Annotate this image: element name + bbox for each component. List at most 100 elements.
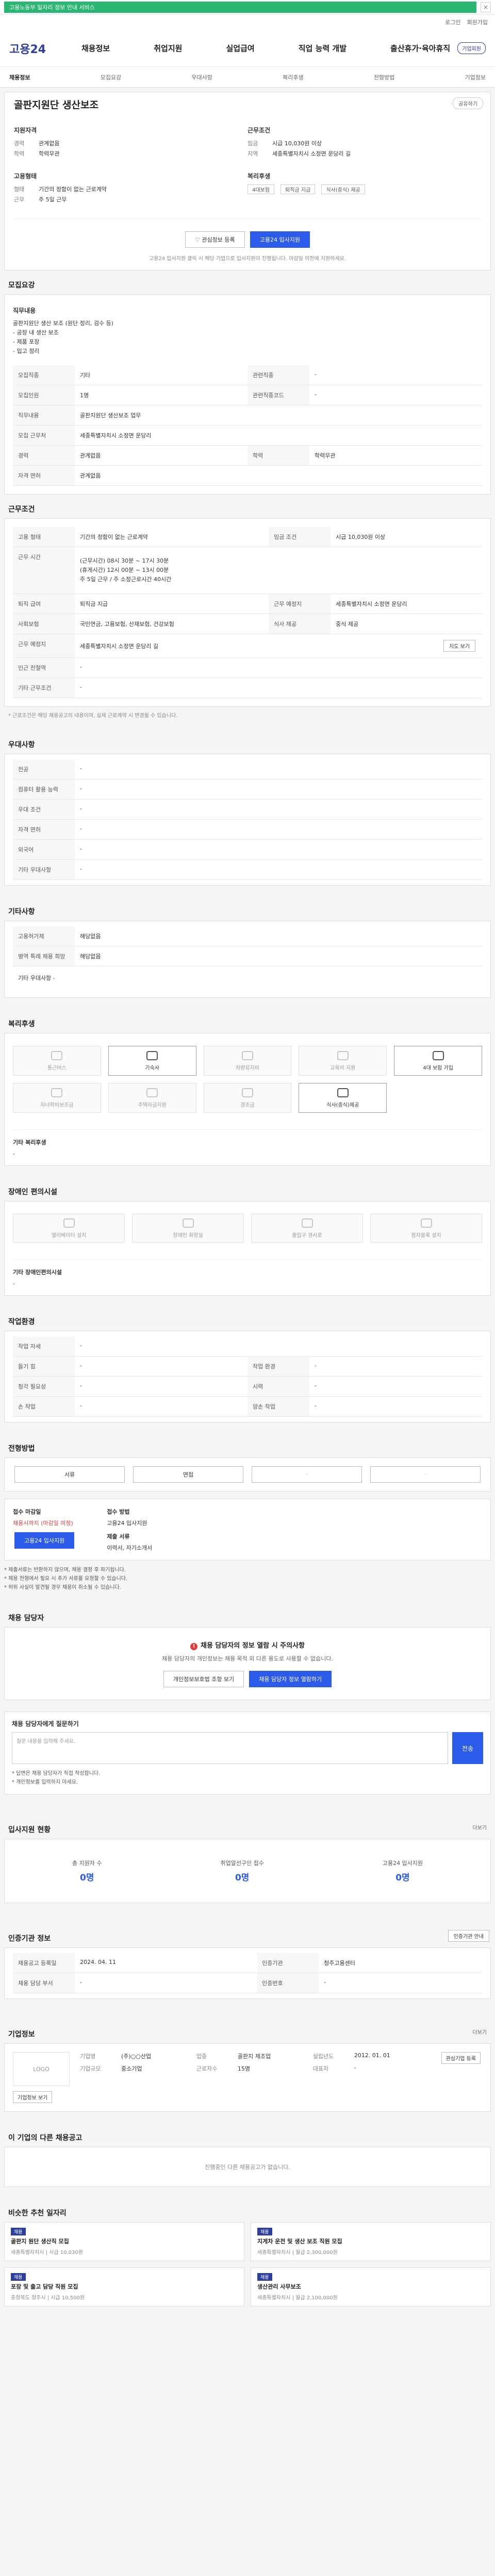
row-value: 해당없음 — [75, 946, 482, 967]
job-badge: 채용 — [11, 2228, 26, 2235]
info-guide-button[interactable]: 인증기관 안내 — [448, 1929, 489, 1942]
send-button[interactable]: 전송 — [452, 1732, 483, 1764]
like-button[interactable]: ♡ 관심정보 등록 — [185, 231, 245, 248]
global-nav: 고용24 채용정보 취업지원 실업급여 직업 능력 개발 출산휴가·육아휴직 기… — [0, 30, 495, 67]
row-value: 중식 제공 — [331, 614, 482, 634]
recommend-item[interactable]: 채용 포장 및 출고 담당 직원 모집 충청북도 청주시 | 시급 10,500원 — [4, 2267, 244, 2307]
recommend-item[interactable]: 채용 골판지 원단 생산직 모집 세종특별자치시 | 시급 10,030원 — [4, 2222, 244, 2261]
value: 주 5일 근무 — [39, 196, 67, 203]
info-label: 업종 — [196, 2053, 207, 2060]
elevator-icon — [63, 1218, 75, 1228]
row-label: 직무내용 — [13, 405, 75, 426]
close-icon[interactable]: × — [481, 2, 491, 12]
welfare-label: 차량유지비 — [235, 1065, 259, 1071]
recommend-item[interactable]: 채용 생산관리 사무보조 세종특별자치시 | 월급 2,100,000원 — [251, 2267, 491, 2307]
follow-company-button[interactable]: 관심기업 등록 — [441, 2052, 481, 2064]
menu-leave[interactable]: 출산휴가·육아휴직 — [390, 43, 450, 54]
process-section-title: 전형방법 — [8, 1445, 35, 1453]
restroom-icon — [182, 1218, 194, 1228]
map-button[interactable]: 지도 보기 — [443, 640, 475, 652]
row-value: 퇴직금 지급 — [75, 594, 269, 614]
row-value: 기타 — [75, 365, 248, 385]
login-link[interactable]: 로그인 — [445, 18, 460, 26]
welfare-section-title: 복리후생 — [8, 1020, 35, 1028]
stats-more-link[interactable]: 더보기 — [472, 1823, 487, 1831]
apply-button[interactable]: 고용24 입사지원 — [250, 231, 310, 248]
info-value: 골판지 제조업 — [237, 2053, 271, 2060]
row-value: - — [75, 1396, 248, 1417]
row-label: 근무 예정지 — [13, 634, 75, 658]
apply-card: 접수 마감일 채용시까지 (마감일 미정) 고용24 입사지원 접수 방법 고용… — [4, 1499, 491, 1561]
braille-icon — [420, 1218, 432, 1228]
menu-support[interactable]: 취업지원 — [154, 43, 182, 54]
welfare-item: 주택자금지원 — [108, 1083, 196, 1113]
row-value: (근무시간) 08시 30분 ~ 17시 30분 (휴게시간) 12시 00분 … — [75, 547, 482, 594]
welfare-grid: 통근버스 기숙사 차량유지비 교육비 지원 4대 보험 가입 자녀학비보조금 주… — [13, 1042, 482, 1117]
view-contact-button[interactable]: 채용 담당자 정보 열람하기 — [249, 1671, 332, 1687]
row-value: 세종특별자치시 소정면 운당리 길 지도 보기 — [75, 634, 482, 658]
recommend-item[interactable]: 채용 지게차 운전 및 생산 보조 직원 모집 세종특별자치시 | 월급 2,300… — [251, 2222, 491, 2261]
row-label: 근무 예정지 — [269, 594, 331, 614]
tab-process[interactable]: 전형방법 — [374, 73, 394, 81]
note-item: * 개인정보를 입력하지 마세요. — [12, 1780, 78, 1785]
row-value: 세종특별자치시 소정면 운당리 — [75, 425, 482, 446]
table-row: 채용 담당 부서 - 인증번호 - — [13, 1973, 482, 1993]
tab-preference[interactable]: 우대사항 — [191, 73, 212, 81]
row-value: - — [319, 1973, 482, 1993]
row-label: 들기 힘 — [13, 1356, 75, 1377]
row-value: - — [75, 1336, 482, 1357]
bus-icon — [51, 1050, 63, 1060]
table-row: 퇴직 급여 퇴직금 지급 근무 예정지 세종특별자치시 소정면 운당리 — [13, 594, 482, 614]
question-input[interactable]: 질문 내용을 입력해 주세요. — [12, 1732, 448, 1764]
stat-value: 0명 — [235, 1873, 250, 1883]
row-label: 임금 조건 — [269, 527, 331, 547]
row-label: 사회보험 — [13, 614, 75, 634]
process-notes: * 제출서류는 반환하지 않으며, 채용 결정 후 파기됩니다. * 채용 전형… — [4, 1566, 491, 1592]
recommend-section-title: 비슷한 추천 일자리 — [8, 2209, 67, 2217]
tab-company[interactable]: 기업정보 — [465, 73, 486, 81]
table-row: 경력 관계없음 학력 학력무관 — [13, 445, 482, 466]
row-value: 관계없음 — [75, 465, 482, 486]
tab-welfare[interactable]: 복리후생 — [283, 73, 303, 81]
process-step: 서류 — [14, 1466, 125, 1483]
preference-card: 전공 - 컴퓨터 활용 능력 - 우대 조건 - 자격 면허 - 외국어 - 기타 우대사… — [4, 754, 491, 886]
share-button[interactable]: 공유하기 — [453, 97, 483, 109]
signup-link[interactable]: 회원가입 — [467, 18, 488, 26]
welfare-item: 식사(중식)제공 — [299, 1083, 387, 1113]
table-row: 인근 전철역 - — [13, 657, 482, 678]
tab-recruit[interactable]: 모집요강 — [101, 73, 121, 81]
job-summary: 골판지원단 생산보조 공유하기 지원자격 경력 관계없음 학력 학력무관 근무조건 … — [4, 92, 491, 270]
label: 형태 — [14, 186, 25, 193]
disability-etc-value: - — [13, 1280, 15, 1287]
welfare-card: 통근버스 기숙사 차량유지비 교육비 지원 4대 보험 가입 자녀학비보조금 주… — [4, 1033, 491, 1166]
row-value: 관계없음 — [75, 445, 248, 466]
disability-label: 출입구 경사로 — [292, 1232, 322, 1239]
table-row: 자격 면허 관계없음 — [13, 465, 482, 486]
site-logo[interactable]: 고용24 — [9, 40, 81, 57]
welfare-item: 경조금 — [203, 1083, 292, 1113]
job-badge: 채용 — [11, 2273, 26, 2281]
menu-training[interactable]: 직업 능력 개발 — [299, 43, 346, 54]
business-member-button[interactable]: 기업회원 — [457, 42, 486, 54]
welfare-label: 자녀학비보조금 — [40, 1102, 74, 1108]
menu-benefit[interactable]: 실업급여 — [226, 43, 255, 54]
book-icon — [337, 1050, 349, 1060]
welfare-title: 복리후생 — [248, 173, 271, 180]
table-row: 전공 - — [13, 759, 482, 779]
tab-job-info[interactable]: 채용정보 — [9, 73, 30, 81]
row-label: 모집인원 — [13, 385, 75, 405]
privacy-law-button[interactable]: 개인정보보호법 조항 보기 — [163, 1671, 244, 1687]
welfare-label: 통근버스 — [47, 1065, 67, 1071]
table-row: 모집직종 기타 관련직종 - — [13, 365, 482, 385]
menu-jobs[interactable]: 채용정보 — [81, 43, 110, 54]
value: 기간의 정함이 없는 근로계약 — [39, 186, 107, 193]
row-label: 외국어 — [13, 839, 75, 860]
table-row: 손 작업 - 양손 작업 - — [13, 1396, 482, 1417]
same-company-empty: 진행중인 다른 채용공고가 없습니다. — [4, 2147, 491, 2187]
stat-label: 총 지원자 수 — [72, 1860, 102, 1867]
company-info-button[interactable]: 기업정보 보기 — [13, 2091, 53, 2103]
info-value: (주)○○산업 — [121, 2053, 152, 2060]
company-more-link[interactable]: 더보기 — [472, 2028, 487, 2036]
apply-note: 고용24 입사지원 클릭 시 해당 기업으로 입사지원이 진행됩니다. 마감일 … — [148, 256, 346, 262]
apply-button-bottom[interactable]: 고용24 입사지원 — [14, 1532, 75, 1549]
